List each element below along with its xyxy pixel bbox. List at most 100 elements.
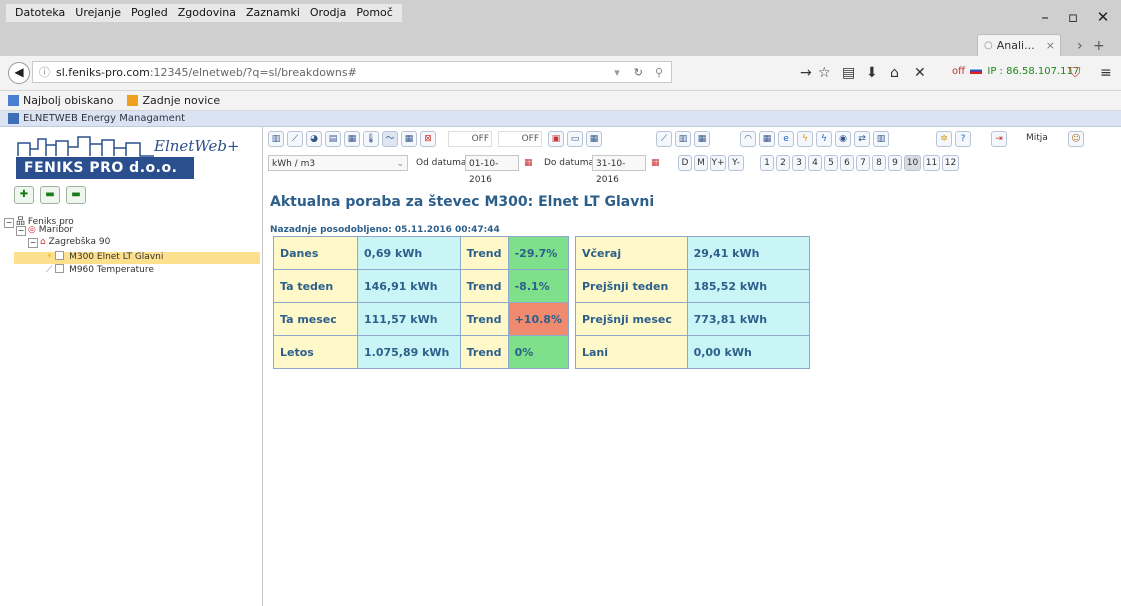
extension-x-icon[interactable]: ✕ — [914, 65, 926, 81]
collapse-node-icon[interactable]: − — [4, 218, 14, 228]
period-day-button[interactable]: D — [678, 155, 692, 171]
collapse-icon[interactable]: ▬ — [40, 186, 60, 204]
tab-scroll-right-icon[interactable]: › — [1077, 38, 1083, 54]
calendar-to-icon[interactable]: ▦ — [651, 155, 660, 171]
month-button[interactable]: 9 — [888, 155, 902, 171]
line-chart-2-icon[interactable]: ⟋ — [656, 131, 672, 147]
dropdown-icon[interactable]: ▾ — [614, 66, 620, 79]
collapse-node-icon[interactable]: − — [28, 238, 38, 248]
month-button[interactable]: 12 — [942, 155, 959, 171]
info-icon[interactable]: ⓘ — [39, 64, 50, 80]
period-year-plus-button[interactable]: Y+ — [710, 155, 726, 171]
menu-help[interactable]: Pomoč — [351, 4, 397, 22]
line-chart-icon[interactable]: ⟋ — [287, 131, 303, 147]
tree-node-meter-m960[interactable]: ⟋ M960 Temperature — [46, 264, 154, 275]
bar-chart-3-icon[interactable]: ▥ — [873, 131, 889, 147]
browser-tab[interactable]: ○ Anali... × — [977, 34, 1061, 56]
house-icon: ⌂ — [40, 237, 46, 247]
close-window-icon[interactable]: ✕ — [1088, 8, 1118, 28]
minimize-icon[interactable]: – — [1030, 8, 1060, 28]
add-icon[interactable]: ✚ — [14, 186, 34, 204]
unit-select[interactable]: kWh / m3 ⌄ — [268, 155, 408, 171]
stacked-chart-alt-icon[interactable]: ▦ — [344, 131, 360, 147]
menu-bookmarks[interactable]: Zaznamki — [241, 4, 305, 22]
bookmark-latest-news[interactable]: Zadnje novice — [127, 94, 220, 107]
month-button[interactable]: 11 — [923, 155, 940, 171]
menu-view[interactable]: Pogled — [126, 4, 173, 22]
month-button[interactable]: 7 — [856, 155, 870, 171]
calendar-from-icon[interactable]: ▦ — [524, 155, 533, 171]
transfer-icon[interactable]: ⇄ — [854, 131, 870, 147]
tree-node-building[interactable]: − ⌂ Zagrebška 90 — [28, 237, 110, 248]
lightning-blue-icon[interactable]: ϟ — [816, 131, 832, 147]
grid-view-icon[interactable]: ▦ — [586, 131, 602, 147]
url-bar[interactable]: ⓘ sl.feniks-pro.com:12345/elnetweb/?q=sl… — [32, 61, 672, 83]
from-date-input[interactable]: 01-10-2016 — [465, 155, 519, 185]
current-stats-table: Danes 0,69 kWh Trend -29.7% Ta teden 146,91 k… — [273, 236, 570, 369]
checkbox[interactable] — [55, 251, 65, 260]
restore-icon[interactable]: ▫ — [1058, 8, 1088, 28]
user-name: Mitja — [1026, 133, 1048, 143]
settings-icon[interactable]: ✲ — [936, 131, 952, 147]
pie-chart-icon[interactable]: ◕ — [306, 131, 322, 147]
month-button[interactable]: 2 — [776, 155, 790, 171]
calendar-icon[interactable]: ▣ — [548, 131, 564, 147]
menu-history[interactable]: Zgodovina — [173, 4, 241, 22]
bar-chart-icon[interactable]: ▥ — [268, 131, 284, 147]
download-icon[interactable]: ⬇ — [866, 65, 878, 81]
new-tab-icon[interactable]: + — [1093, 38, 1105, 54]
browser-e-icon[interactable]: e — [778, 131, 794, 147]
ip-status[interactable]: off IP : 86.58.107.117 — [952, 66, 1079, 77]
go-arrow-icon[interactable]: → — [800, 65, 812, 81]
collapse-node-icon[interactable]: − — [16, 226, 26, 236]
shield-icon[interactable]: ⛉ — [1070, 65, 1081, 81]
home-icon[interactable]: ⌂ — [890, 65, 899, 81]
grid-icon[interactable]: ▦ — [759, 131, 775, 147]
month-button[interactable]: 6 — [840, 155, 854, 171]
left-panel: ElnetWeb+ FENIKS PRO d.o.o. ✚ ▬ ▬ − 品 Fen… — [0, 127, 263, 606]
toggle-off-2[interactable]: OFF — [498, 131, 542, 147]
tab-close-icon[interactable]: × — [1046, 39, 1055, 52]
user-icon[interactable]: ☺ — [1068, 131, 1084, 147]
month-button-selected[interactable]: 10 — [904, 155, 921, 171]
menu-file[interactable]: Datoteka — [10, 4, 70, 22]
month-button[interactable]: 3 — [792, 155, 806, 171]
tree-node-city[interactable]: − ◎ Maribor — [16, 225, 73, 236]
lightning-icon[interactable]: ϟ — [797, 131, 813, 147]
reload-icon[interactable]: ↻ — [634, 66, 643, 79]
bookmark-label: Najbolj obiskano — [23, 94, 114, 107]
month-button[interactable]: 5 — [824, 155, 838, 171]
month-button[interactable]: 8 — [872, 155, 886, 171]
bookmark-star-icon[interactable]: ☆ — [818, 65, 831, 81]
period-year-minus-button[interactable]: Y- — [728, 155, 744, 171]
checkbox[interactable] — [55, 264, 65, 273]
globe-icon[interactable]: ◉ — [835, 131, 851, 147]
menu-tools[interactable]: Orodja — [305, 4, 351, 22]
export-icon[interactable]: ⊠ — [420, 131, 436, 147]
reading-list-icon[interactable]: ▤ — [842, 65, 855, 81]
gauge-icon[interactable]: ◠ — [740, 131, 756, 147]
company-name: FENIKS PRO d.o.o. — [16, 157, 194, 179]
search-icon[interactable]: ⚲ — [655, 66, 663, 79]
menu-edit[interactable]: Urejanje — [70, 4, 126, 22]
logout-icon[interactable]: ⇥ — [991, 131, 1007, 147]
bookmark-most-visited[interactable]: Najbolj obiskano — [8, 94, 113, 107]
stacked-chart-icon[interactable]: ▤ — [325, 131, 341, 147]
remove-icon[interactable]: ▬ — [66, 186, 86, 204]
bar-chart-2-icon[interactable]: ▥ — [675, 131, 691, 147]
table-icon[interactable]: ▦ — [401, 131, 417, 147]
stats-row: Včeraj 29,41 kWh — [575, 236, 811, 270]
month-button[interactable]: 1 — [760, 155, 774, 171]
table-2-icon[interactable]: ▦ — [694, 131, 710, 147]
month-button[interactable]: 4 — [808, 155, 822, 171]
hamburger-menu-icon[interactable]: ≡ — [1100, 65, 1112, 81]
period-month-button[interactable]: M — [694, 155, 708, 171]
trend-icon[interactable]: 〜 — [382, 131, 398, 147]
back-icon[interactable]: ◀ — [8, 62, 30, 84]
window-icon[interactable]: ▭ — [567, 131, 583, 147]
tree-node-meter-m300[interactable]: ⚡ M300 Elnet LT Glavni — [46, 251, 163, 262]
help-icon[interactable]: ? — [955, 131, 971, 147]
thermometer-icon[interactable]: 🌡 — [363, 131, 379, 147]
to-date-input[interactable]: 31-10-2016 — [592, 155, 646, 185]
toggle-off-1[interactable]: OFF — [448, 131, 492, 147]
